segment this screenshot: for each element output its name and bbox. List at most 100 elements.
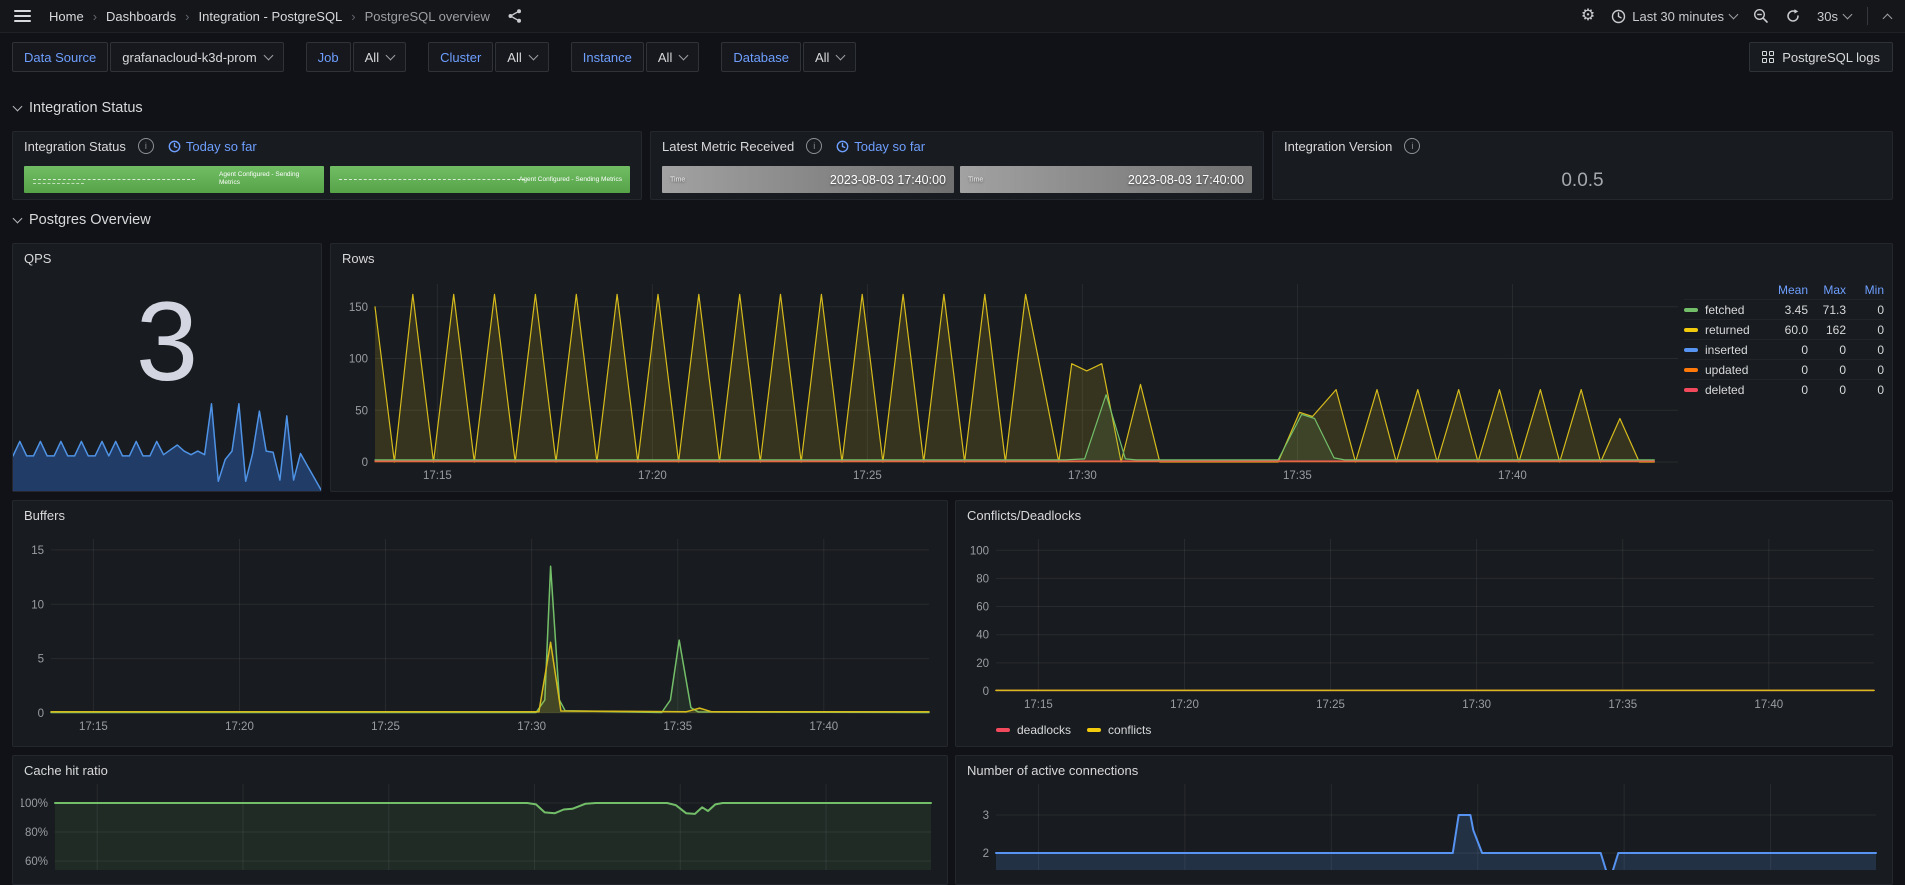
qps-sparkline-chart[interactable] [13,399,321,491]
legend-header-min[interactable]: Min [1846,283,1884,297]
toolbar-right: ⚙ Last 30 minutes 30s [1581,7,1893,25]
svg-text:17:15: 17:15 [79,721,108,733]
legend-series-name[interactable]: inserted [1705,343,1770,357]
svg-text:40: 40 [976,630,989,642]
svg-text:100: 100 [349,354,368,366]
panel-rows: Rows 17:15 17:20 17:25 17:30 17:35 17:40 0 50 10… [330,243,1893,492]
legend-mean: 0 [1801,382,1808,397]
postgresql-logs-button[interactable]: PostgreSQL logs [1749,42,1893,72]
panel-title[interactable]: Integration Status [24,139,126,154]
info-icon[interactable]: i [806,138,823,154]
chevron-down-icon [678,50,689,61]
info-icon[interactable]: i [1404,138,1421,154]
panel-title[interactable]: Conflicts/Deadlocks [967,508,1081,523]
legend-series-name[interactable]: fetched [1705,303,1770,317]
svg-text:5: 5 [38,654,44,666]
metric-time-label: Time [968,176,984,183]
section-postgres-overview[interactable]: Postgres Overview [12,212,151,228]
time-range-label: Last 30 minutes [1632,8,1725,24]
legend-max: 162 [1825,322,1846,337]
refresh-interval-label: 30s [1817,8,1838,24]
svg-text:2: 2 [983,848,989,860]
share-icon[interactable] [507,8,523,24]
legend-header-mean[interactable]: Mean [1770,283,1808,297]
legend-row-returned: returned 60.0 162 0 [1684,319,1884,339]
legend-series-name[interactable]: updated [1705,363,1770,377]
time-note-link[interactable]: Today so far [836,139,925,154]
datasource-label: Data Source [12,42,109,72]
legend-mean: 3.45 [1784,302,1808,317]
database-dropdown[interactable]: All [803,42,857,72]
metric-timestamp: 2023-08-03 17:40:00 [1127,172,1244,187]
panel-title[interactable]: Rows [342,251,375,266]
job-dropdown[interactable]: All [352,42,407,72]
panel-title[interactable]: Latest Metric Received [662,139,794,154]
panel-title[interactable]: Cache hit ratio [24,763,108,778]
svg-text:17:35: 17:35 [663,721,692,733]
refresh-interval-dropdown[interactable]: 30s [1817,8,1853,24]
cache-hit-ratio-chart[interactable]: 100% 80% 60% [21,784,941,870]
variable-database: Database All [721,42,857,72]
svg-text:17:35: 17:35 [1283,470,1312,482]
legend-series-name[interactable]: deleted [1705,383,1770,397]
breadcrumb-dashboards[interactable]: Dashboards [106,9,176,24]
legend-swatch-spacer [1684,288,1698,292]
buffers-chart[interactable]: 17:15 17:20 17:25 17:30 17:35 17:40 0 5 10 15 [21,531,941,741]
legend-max: 0 [1839,342,1846,357]
svg-text:17:30: 17:30 [1462,699,1491,711]
chevron-down-icon [263,50,274,61]
cluster-dropdown[interactable]: All [495,42,549,72]
sparkline-dashes [33,183,84,184]
section-integration-status[interactable]: Integration Status [12,100,143,116]
panel-title[interactable]: Buffers [24,508,65,523]
refresh-icon[interactable] [1785,8,1801,24]
database-value: All [815,49,830,65]
svg-text:150: 150 [349,302,368,314]
info-icon[interactable]: i [137,138,154,154]
status-bar-agent-configured[interactable]: Agent Configured - Sending Metrics [330,166,630,193]
legend-max: 0 [1839,382,1846,397]
menu-hamburger-icon[interactable] [14,10,31,22]
section-collapse-chevron-icon [12,101,23,112]
latest-metric-bar[interactable]: Time 2023-08-03 17:40:00 [960,166,1252,193]
legend-item-conflicts[interactable]: conflicts [1087,723,1151,737]
panel-latest-metric-received: Latest Metric Received i Today so far Ti… [650,131,1264,200]
collapse-toolbar-chevron-up-icon[interactable] [1882,13,1893,23]
panel-title[interactable]: Integration Version [1284,139,1392,154]
legend-max: 71.3 [1822,302,1846,317]
panel-active-connections: Number of active connections 32 [955,755,1893,885]
dashboard-settings-gear-icon[interactable]: ⚙ [1581,8,1595,24]
svg-text:17:25: 17:25 [371,721,400,733]
clock-icon [836,140,849,152]
status-bar-agent-configured[interactable]: Agent Configured - Sending Metrics [24,166,324,193]
rows-chart[interactable]: 17:15 17:20 17:25 17:30 17:35 17:40 0 50 100 150 [339,274,1684,488]
legend-item-deadlocks[interactable]: deadlocks [996,723,1071,737]
svg-text:80%: 80% [25,827,48,839]
panel-title[interactable]: QPS [24,251,51,266]
time-range-picker[interactable]: Last 30 minutes [1611,8,1739,24]
svg-text:80: 80 [976,573,989,585]
sparkline-dashes [339,179,525,180]
breadcrumb-integration-postgresql[interactable]: Integration - PostgreSQL [198,9,342,24]
active-connections-chart[interactable]: 32 [964,784,1886,870]
svg-text:15: 15 [31,545,44,557]
time-note-link[interactable]: Today so far [168,139,257,154]
zoom-out-icon[interactable] [1753,8,1769,24]
instance-dropdown[interactable]: All [645,42,700,72]
svg-text:17:40: 17:40 [1498,470,1527,482]
legend-header-max[interactable]: Max [1808,283,1846,297]
conflicts-deadlocks-chart[interactable]: 17:15 17:20 17:25 17:30 17:35 17:40 0 20 40 60 80 1… [964,531,1886,717]
datasource-dropdown[interactable]: grafanacloud-k3d-prom [110,42,284,72]
variable-job: Job All [305,42,407,72]
latest-metric-bar[interactable]: Time 2023-08-03 17:40:00 [662,166,954,193]
legend-row-updated: updated 0 0 0 [1684,359,1884,379]
svg-text:60%: 60% [25,856,48,868]
toolbar-divider [1867,7,1868,25]
breadcrumb-home[interactable]: Home [49,9,84,24]
job-value: All [364,49,380,65]
panel-title[interactable]: Number of active connections [967,763,1138,778]
svg-text:0: 0 [983,686,989,698]
panel-conflicts-deadlocks: Conflicts/Deadlocks 17:15 17:20 17:25 17:30… [955,500,1893,747]
legend-series-name[interactable]: returned [1705,323,1770,337]
legend-max: 0 [1839,362,1846,377]
